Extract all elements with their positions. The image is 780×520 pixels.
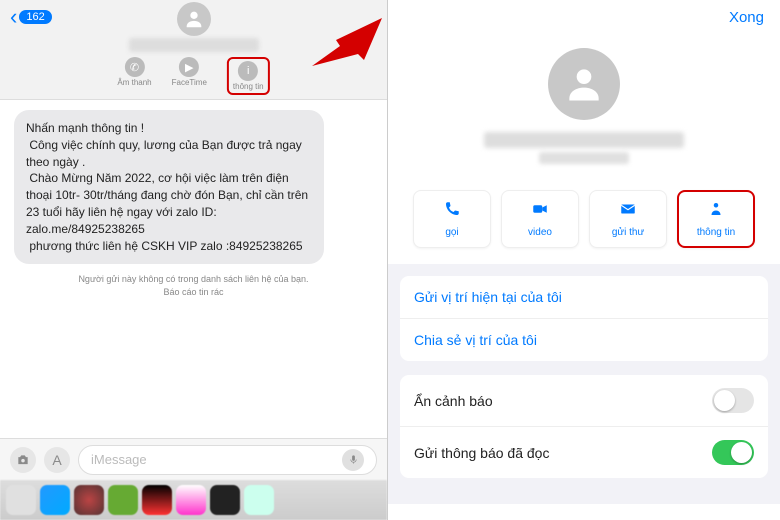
- person-icon: [183, 8, 205, 30]
- action-tile-call[interactable]: gọi: [413, 190, 491, 248]
- settings-section: Gửi vị trí hiện tại của tôi Chia sẻ vị t…: [388, 264, 780, 504]
- chevron-left-icon: ‹: [10, 4, 17, 30]
- dock-item[interactable]: [210, 485, 240, 515]
- phone-icon: ✆: [125, 57, 145, 77]
- video-icon: ▶: [179, 57, 199, 77]
- dock-item[interactable]: [40, 485, 70, 515]
- action-tile-mail[interactable]: gửi thư: [589, 190, 667, 248]
- unknown-sender-notice: Người gửi này không có trong danh sách l…: [14, 274, 373, 284]
- done-button[interactable]: Xong: [729, 9, 764, 26]
- action-tile-video[interactable]: video: [501, 190, 579, 248]
- sheet-header: Xong: [388, 0, 780, 34]
- action-info[interactable]: i thông tin: [227, 57, 270, 95]
- unread-badge: 162: [19, 10, 51, 24]
- send-current-location[interactable]: Gửi vị trí hiện tại của tôi: [400, 276, 768, 319]
- dock-item[interactable]: [74, 485, 104, 515]
- report-junk-link[interactable]: Báo cáo tin rác: [14, 287, 373, 297]
- location-group: Gửi vị trí hiện tại của tôi Chia sẻ vị t…: [400, 276, 768, 361]
- info-icon: i: [238, 61, 258, 81]
- incoming-message-bubble[interactable]: Nhấn mạnh thông tin ! Công việc chính qu…: [14, 110, 324, 264]
- contact-action-grid: gọi video gửi thư thông tin: [388, 182, 780, 264]
- person-info-icon: [707, 200, 725, 223]
- read-receipts-toggle[interactable]: [712, 440, 754, 465]
- messages-screen: ‹ 162 ✆ Âm thanh ▶ FaceTime i thông tin …: [0, 0, 388, 520]
- hide-alerts-row: Ẩn cảnh báo: [400, 375, 768, 427]
- dock-item[interactable]: [176, 485, 206, 515]
- appstore-icon[interactable]: A: [44, 447, 70, 473]
- message-input[interactable]: iMessage: [78, 445, 377, 475]
- dock-item[interactable]: [142, 485, 172, 515]
- read-receipts-row: Gửi thông báo đã đọc: [400, 427, 768, 478]
- action-facetime[interactable]: ▶ FaceTime: [172, 57, 207, 95]
- message-input-bar: A iMessage: [0, 438, 387, 480]
- app-drawer[interactable]: [0, 480, 387, 520]
- camera-icon[interactable]: [10, 447, 36, 473]
- dock-item[interactable]: [6, 485, 36, 515]
- dock-item[interactable]: [244, 485, 274, 515]
- mic-icon[interactable]: [342, 449, 364, 471]
- alerts-group: Ẩn cảnh báo Gửi thông báo đã đọc: [400, 375, 768, 478]
- contact-name-redacted: [129, 38, 259, 52]
- contact-avatar[interactable]: [177, 2, 211, 36]
- action-tile-info[interactable]: thông tin: [677, 190, 755, 248]
- contact-actions: ✆ Âm thanh ▶ FaceTime i thông tin: [117, 57, 269, 95]
- person-icon: [562, 62, 606, 106]
- input-placeholder: iMessage: [91, 452, 147, 467]
- mail-icon: [619, 200, 637, 223]
- contact-avatar-large[interactable]: [548, 48, 620, 120]
- contact-header: [388, 34, 780, 182]
- chat-body: Nhấn mạnh thông tin ! Công việc chính qu…: [0, 100, 387, 438]
- contact-subtitle-redacted: [539, 152, 629, 164]
- contact-info-screen: Xong gọi video gửi thư: [388, 0, 780, 520]
- phone-icon: [443, 200, 461, 223]
- action-audio[interactable]: ✆ Âm thanh: [117, 57, 151, 95]
- dock-item[interactable]: [108, 485, 138, 515]
- contact-name-redacted: [484, 132, 684, 148]
- chat-header: ‹ 162 ✆ Âm thanh ▶ FaceTime i thông tin: [0, 0, 387, 100]
- video-icon: [531, 200, 549, 223]
- share-my-location[interactable]: Chia sẻ vị trí của tôi: [400, 319, 768, 361]
- hide-alerts-toggle[interactable]: [712, 388, 754, 413]
